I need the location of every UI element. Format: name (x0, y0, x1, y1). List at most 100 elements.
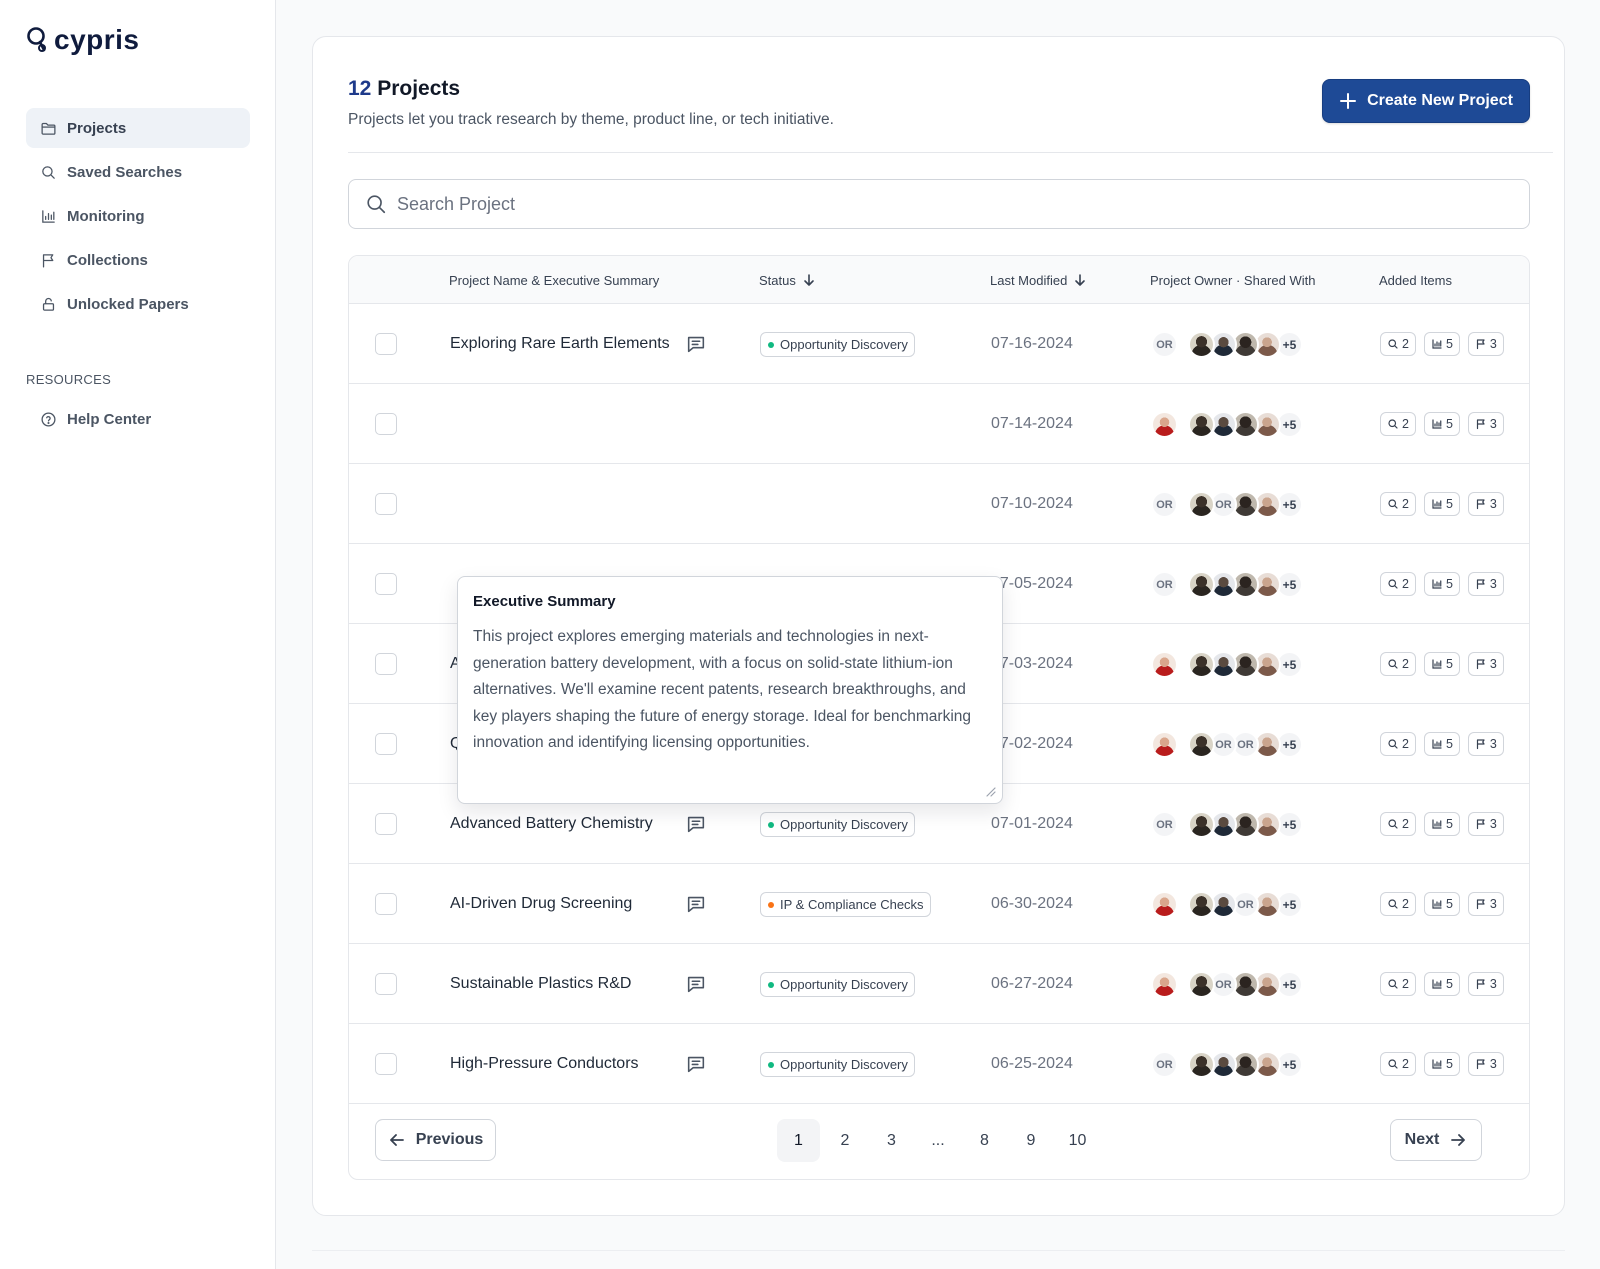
shared-avatar[interactable] (1188, 1051, 1215, 1078)
executive-summary-icon[interactable] (685, 973, 707, 995)
monitors-count[interactable]: 5 (1423, 892, 1460, 916)
executive-summary-icon[interactable] (685, 1053, 707, 1075)
owner-avatar[interactable] (1151, 891, 1178, 918)
create-new-project-button[interactable]: Create New Project (1322, 79, 1530, 123)
row-checkbox[interactable] (375, 973, 397, 995)
collections-count[interactable]: 3 (1467, 892, 1504, 916)
row-checkbox[interactable] (375, 893, 397, 915)
sidebar-item-collections[interactable]: Collections (26, 240, 250, 280)
saved-searches-count[interactable]: 2 (1380, 892, 1416, 916)
previous-page-button[interactable]: Previous (375, 1119, 496, 1161)
owner-avatar[interactable]: OR (1151, 1051, 1178, 1078)
monitors-count[interactable]: 5 (1423, 412, 1460, 436)
row-checkbox[interactable] (375, 1053, 397, 1075)
collections-count[interactable]: 3 (1467, 812, 1504, 836)
project-name[interactable]: Sustainable Plastics R&D (450, 944, 631, 1024)
row-checkbox[interactable] (375, 813, 397, 835)
executive-summary-icon[interactable] (685, 893, 707, 915)
row-checkbox[interactable] (375, 333, 397, 355)
executive-summary-popover: Executive Summary This project explores … (457, 576, 1003, 804)
shared-avatar[interactable] (1188, 411, 1215, 438)
sidebar-item-help-center[interactable]: Help Center (26, 399, 250, 439)
owner-avatar[interactable]: OR (1151, 491, 1178, 518)
collections-count[interactable]: 3 (1467, 412, 1504, 436)
monitors-count[interactable]: 5 (1423, 652, 1460, 676)
project-name[interactable]: High-Pressure Conductors (450, 1024, 639, 1104)
shared-avatar[interactable] (1188, 331, 1215, 358)
shared-avatar[interactable] (1188, 651, 1215, 678)
shared-avatar[interactable] (1188, 571, 1215, 598)
owner-avatar[interactable] (1151, 971, 1178, 998)
shared-avatar[interactable] (1188, 811, 1215, 838)
shared-avatar[interactable] (1188, 731, 1215, 758)
added-items: 2 5 3 (1380, 572, 1504, 596)
monitors-count[interactable]: 5 (1423, 812, 1460, 836)
project-name[interactable]: Exploring Rare Earth Elements (450, 304, 670, 384)
sidebar-item-projects[interactable]: Projects (26, 108, 250, 148)
project-name[interactable]: AI-Driven Drug Screening (450, 864, 632, 944)
collections-count[interactable]: 3 (1467, 332, 1504, 356)
executive-summary-icon[interactable] (685, 333, 707, 355)
count-value: 3 (1489, 577, 1497, 591)
next-page-button[interactable]: Next (1390, 1119, 1482, 1161)
collections-count[interactable]: 3 (1467, 652, 1504, 676)
saved-searches-count[interactable]: 2 (1380, 812, 1416, 836)
count-value: 5 (1445, 497, 1453, 511)
row-checkbox[interactable] (375, 413, 397, 435)
monitors-count[interactable]: 5 (1423, 732, 1460, 756)
column-header-status[interactable]: Status (759, 256, 816, 304)
saved-searches-count[interactable]: 2 (1380, 972, 1416, 996)
saved-searches-count[interactable]: 2 (1380, 492, 1416, 516)
shared-avatar[interactable] (1188, 891, 1215, 918)
page-number[interactable]: 8 (963, 1119, 1006, 1162)
monitors-count[interactable]: 5 (1423, 972, 1460, 996)
column-header-last-modified[interactable]: Last Modified (990, 256, 1087, 304)
saved-searches-count[interactable]: 2 (1380, 732, 1416, 756)
count-value: 3 (1489, 817, 1497, 831)
monitors-count[interactable]: 5 (1423, 572, 1460, 596)
sidebar-item-saved-searches[interactable]: Saved Searches (26, 152, 250, 192)
owner-avatar[interactable] (1151, 411, 1178, 438)
collections-count[interactable]: 3 (1467, 972, 1504, 996)
page-number[interactable]: 9 (1010, 1119, 1053, 1162)
owner-avatar[interactable]: OR (1151, 331, 1178, 358)
page-number[interactable]: 3 (870, 1119, 913, 1162)
collections-count[interactable]: 3 (1467, 1052, 1504, 1076)
row-checkbox[interactable] (375, 653, 397, 675)
collections-count[interactable]: 3 (1467, 572, 1504, 596)
owner-avatar[interactable] (1151, 731, 1178, 758)
owner-avatar[interactable]: OR (1151, 811, 1178, 838)
executive-summary-icon[interactable] (685, 813, 707, 835)
shared-with-avatars: +5 (1188, 811, 1303, 838)
last-modified-date: 07-03-2024 (991, 655, 1073, 672)
monitors-count[interactable]: 5 (1423, 1052, 1460, 1076)
saved-searches-count[interactable]: 2 (1380, 652, 1416, 676)
saved-searches-count[interactable]: 2 (1380, 572, 1416, 596)
sidebar-item-label: Saved Searches (67, 163, 183, 181)
owner-avatar[interactable] (1151, 651, 1178, 678)
collections-count[interactable]: 3 (1467, 732, 1504, 756)
monitors-count[interactable]: 5 (1423, 492, 1460, 516)
row-checkbox[interactable] (375, 733, 397, 755)
sidebar-item-unlocked-papers[interactable]: Unlocked Papers (26, 284, 250, 324)
saved-searches-count[interactable]: 2 (1380, 412, 1416, 436)
row-checkbox[interactable] (375, 493, 397, 515)
column-header-name[interactable]: Project Name & Executive Summary (449, 256, 659, 304)
row-checkbox[interactable] (375, 573, 397, 595)
saved-searches-count[interactable]: 2 (1380, 1052, 1416, 1076)
owner-avatar[interactable]: OR (1151, 571, 1178, 598)
shared-avatar[interactable] (1188, 971, 1215, 998)
collections-count[interactable]: 3 (1467, 492, 1504, 516)
popover-body[interactable]: This project explores emerging materials… (473, 624, 988, 757)
monitors-count[interactable]: 5 (1423, 332, 1460, 356)
shared-avatar[interactable] (1188, 491, 1215, 518)
resize-handle-icon[interactable] (984, 785, 996, 797)
search-input[interactable] (397, 193, 1497, 215)
page-number[interactable]: 10 (1056, 1119, 1099, 1162)
sidebar-item-monitoring[interactable]: Monitoring (26, 196, 250, 236)
page-number[interactable]: 2 (824, 1119, 867, 1162)
saved-searches-count[interactable]: 2 (1380, 332, 1416, 356)
cypris-logo[interactable]: cypris (26, 24, 140, 56)
page-number[interactable]: 1 (777, 1119, 820, 1162)
flag-icon (1475, 578, 1487, 590)
